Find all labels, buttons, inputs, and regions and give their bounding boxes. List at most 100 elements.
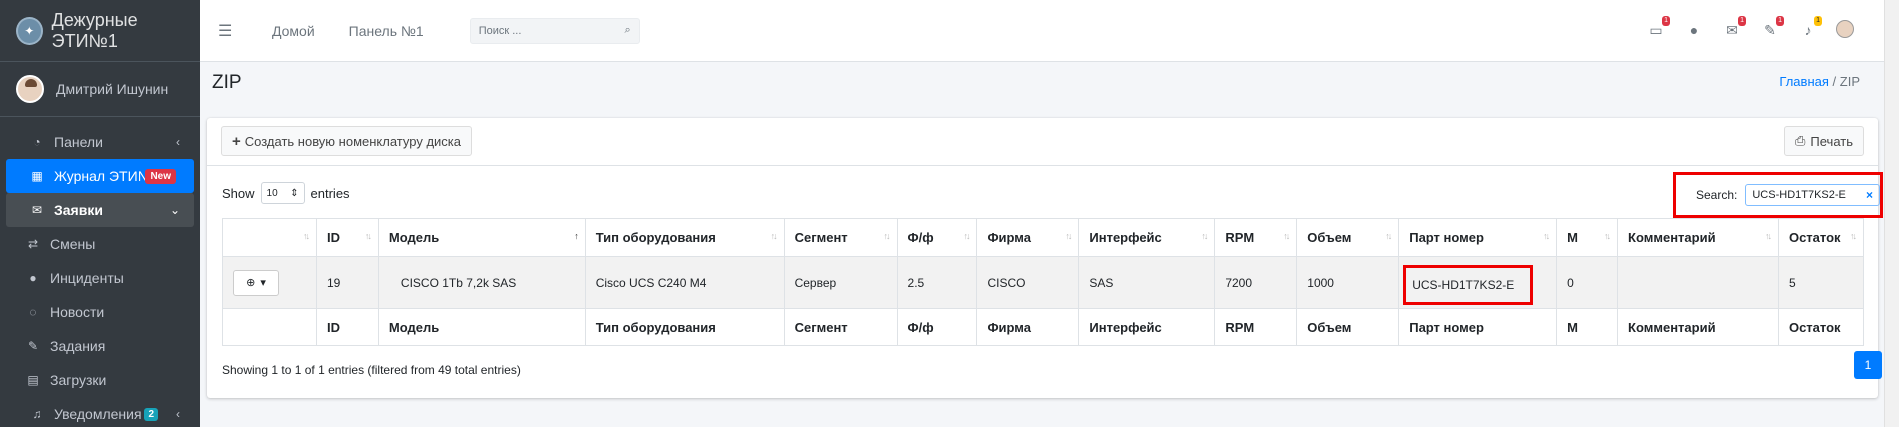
column-header[interactable]: Сегмент ↑↓	[783, 218, 898, 257]
entries-length-select[interactable]: 10 ⇕	[260, 182, 305, 204]
column-header[interactable]: Объем ↑↓	[1296, 218, 1400, 257]
sidebar-item-panels[interactable]: ◔ Панели ‹	[6, 125, 194, 159]
card-header: + Создать новую номенклатуру диска ⎙ Печ…	[207, 118, 1878, 166]
pagination-page-1[interactable]: 1	[1854, 351, 1882, 379]
chevron-down-icon: ⌄	[169, 203, 180, 217]
column-header-label: Интерфейс	[1089, 230, 1162, 245]
column-header[interactable]: RPM ↑↓	[1214, 218, 1298, 257]
column-header[interactable]: Остаток ↑↓	[1777, 218, 1865, 257]
table-cell: 2.5	[896, 256, 978, 309]
sort-icon: ↑↓	[1385, 231, 1392, 241]
bell-icon: ♫	[32, 407, 42, 421]
nav-link-home[interactable]: Домой	[272, 23, 315, 39]
sidebar: ✦ Дежурные ЭТИ№1 Дмитрий Ишунин ◔ Панели…	[0, 0, 200, 427]
download-icon: ⊕	[246, 277, 256, 289]
search-icon[interactable]: ⌕	[625, 24, 631, 37]
table-cell: 5	[1777, 256, 1865, 309]
table-cell: Сервер	[783, 256, 898, 309]
row-actions-dropdown[interactable]: ⊕ ▾	[233, 269, 279, 296]
envelope-icon: ✉	[31, 203, 43, 217]
footer-cell: Парт номер	[1398, 308, 1558, 346]
sidebar-item-shifts[interactable]: ⇄ Смены	[6, 227, 194, 261]
content-header: ZIP Главная / ZIP	[200, 62, 1884, 118]
breadcrumb-current: ZIP	[1839, 74, 1860, 89]
nav-link-panel[interactable]: Панель №1	[349, 23, 424, 39]
alert-icon: ●	[29, 271, 37, 285]
create-disk-button[interactable]: + Создать новую номенклатуру диска	[221, 126, 472, 156]
footer-cell: Объем	[1296, 308, 1400, 346]
news-icon: ◌	[29, 305, 37, 319]
column-header[interactable]: Интерфейс ↑↓	[1078, 218, 1216, 257]
footer-cell: Ф/ф	[896, 308, 978, 346]
sidebar-item-label: Заявки	[54, 202, 103, 218]
table-cell	[1617, 256, 1779, 309]
user-panel[interactable]: Дмитрий Ишунин	[0, 62, 200, 117]
wrench-icon[interactable]: ✎ 1	[1760, 16, 1784, 40]
column-header[interactable]: Парт номер ↑↓	[1398, 218, 1558, 257]
sidebar-item-notifications[interactable]: ♫ Уведомления 2 ‹	[6, 397, 194, 427]
plus-icon: +	[232, 132, 241, 150]
create-button-label: Создать новую номенклатуру диска	[244, 133, 461, 149]
sidebar-item-journal[interactable]: ▦ Журнал ЭТИ№1 New	[6, 159, 194, 193]
sidebar-item-label: Новости	[50, 304, 105, 320]
user-avatar-icon[interactable]	[1836, 20, 1856, 40]
table-cell: 7200	[1214, 256, 1298, 309]
top-search-input[interactable]: Поиск ... ⌕	[469, 17, 640, 44]
sort-icon: ↑↓	[770, 231, 778, 241]
brand[interactable]: ✦ Дежурные ЭТИ№1	[0, 0, 200, 62]
clear-icon[interactable]: ×	[1866, 188, 1873, 202]
bell-icon[interactable]: ♪ 1	[1798, 16, 1822, 40]
sidebar-item-news[interactable]: ◌ Новости	[6, 295, 194, 329]
print-button[interactable]: ⎙ Печать	[1784, 126, 1864, 156]
column-header-actions[interactable]: ↑↓	[222, 218, 317, 257]
new-badge: New	[145, 168, 176, 184]
brand-title: Дежурные ЭТИ№1	[51, 9, 138, 51]
footer-cell: Интерфейс	[1078, 308, 1216, 346]
mail-icon[interactable]: ✉ 1	[1722, 16, 1746, 40]
page-scrollbar[interactable]	[1884, 0, 1899, 427]
entries-label: entries	[310, 185, 350, 201]
top-search-placeholder: Поиск ...	[478, 24, 522, 37]
column-header[interactable]: Фирма ↑↓	[976, 218, 1080, 257]
column-header-label: Фирма	[987, 230, 1031, 245]
column-header[interactable]: Модель ↑	[377, 218, 586, 257]
menu-toggle-icon[interactable]: ☰	[218, 21, 238, 41]
notification-count-badge: 2	[144, 407, 158, 421]
column-header[interactable]: Ф/ф ↑↓	[896, 218, 978, 257]
column-header[interactable]: ID ↑↓	[315, 218, 379, 257]
dashboard-icon: ◔	[33, 135, 41, 149]
brand-logo-icon: ✦	[16, 16, 43, 45]
sort-icon: ↑	[574, 231, 578, 241]
table-cell: 0	[1556, 256, 1619, 309]
entries-length-value: 10	[266, 187, 278, 199]
page-title: ZIP	[212, 72, 242, 93]
show-label: Show	[222, 185, 255, 201]
info-icon[interactable]: ●	[1684, 20, 1704, 40]
user-name[interactable]: Дмитрий Ишунин	[56, 81, 168, 97]
footer-cell: Фирма	[976, 308, 1080, 346]
sidebar-item-downloads[interactable]: ▤ Загрузки	[6, 363, 194, 397]
sort-icon: ↑↓	[963, 231, 970, 241]
sort-icon: ↑↓	[1283, 231, 1290, 241]
sidebar-item-tasks[interactable]: ✎ Задания	[6, 329, 194, 363]
sidebar-item-requests[interactable]: ✉ Заявки ⌄	[6, 193, 194, 227]
table-search-input[interactable]: UCS-HD1T7KS2-E ×	[1745, 184, 1880, 206]
table-cell: 19	[315, 256, 379, 309]
sidebar-item-label: Загрузки	[50, 372, 107, 388]
breadcrumb-separator: /	[1832, 74, 1837, 89]
column-header[interactable]: Комментарий ↑↓	[1617, 218, 1779, 257]
breadcrumb: Главная / ZIP	[1779, 74, 1860, 89]
footer-row: ID Модель Тип оборудования Сегмент Ф/ф Ф…	[222, 308, 1865, 346]
footer-cell: Тип оборудования	[584, 308, 785, 346]
sort-icon: ↑↓	[1604, 231, 1611, 241]
sort-icon: ↑↓	[1764, 231, 1772, 241]
footer-cell: Остаток	[1777, 308, 1865, 346]
breadcrumb-home[interactable]: Главная	[1779, 74, 1828, 89]
print-icon: ⎙	[1795, 133, 1806, 148]
sidebar-item-incidents[interactable]: ● Инциденты	[6, 261, 194, 295]
column-header[interactable]: Тип оборудования ↑↓	[584, 218, 785, 257]
hdd-icon[interactable]: ▭ 1	[1646, 16, 1670, 40]
table-cell: 1000	[1296, 256, 1400, 309]
column-header[interactable]: М ↑↓	[1556, 218, 1619, 257]
column-header-label: Ф/ф	[907, 230, 934, 245]
